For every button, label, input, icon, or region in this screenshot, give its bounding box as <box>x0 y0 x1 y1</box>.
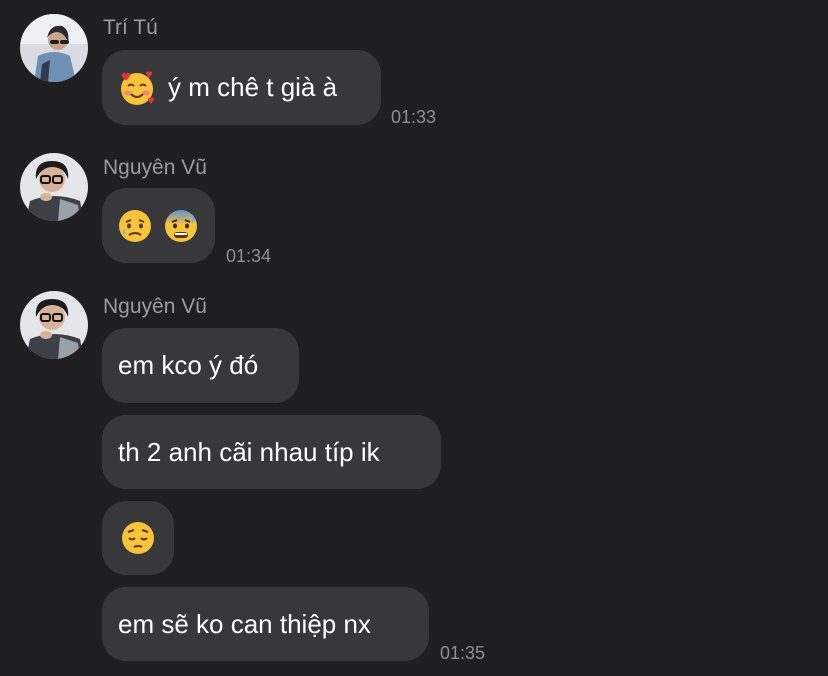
message-bubble[interactable]: th 2 anh cãi nhau típ ik <box>102 415 441 489</box>
avatar[interactable] <box>20 291 88 359</box>
message-text: em kco ý đó <box>118 350 259 380</box>
message-bubble[interactable] <box>102 188 215 263</box>
sender-name: Nguyên Vũ <box>103 156 207 179</box>
smiling-face-with-hearts-icon <box>118 69 156 107</box>
avatar[interactable] <box>20 153 88 221</box>
message-bubble[interactable]: em sẽ ko can thiệp nx <box>102 587 429 661</box>
sender-name: Trí Tú <box>103 16 158 39</box>
message-bubble[interactable] <box>102 501 174 575</box>
message-bubble[interactable]: em kco ý đó <box>102 328 299 403</box>
message-text: em sẽ ko can thiệp nx <box>118 608 371 639</box>
timestamp: 01:35 <box>440 643 486 663</box>
timestamp: 01:33 <box>391 107 437 127</box>
message-text: ý m chê t già à <box>168 72 338 102</box>
message-bubble[interactable]: ý m chê t già à <box>102 50 381 125</box>
sad-but-relieved-face-icon <box>116 207 154 245</box>
sender-name: Nguyên Vũ <box>103 295 207 318</box>
message-text: th 2 anh cãi nhau típ ik <box>118 436 380 467</box>
timestamp: 01:34 <box>226 246 272 266</box>
pensive-face-icon <box>119 519 157 557</box>
anxious-face-with-sweat-icon <box>162 207 200 245</box>
avatar[interactable] <box>20 14 88 82</box>
